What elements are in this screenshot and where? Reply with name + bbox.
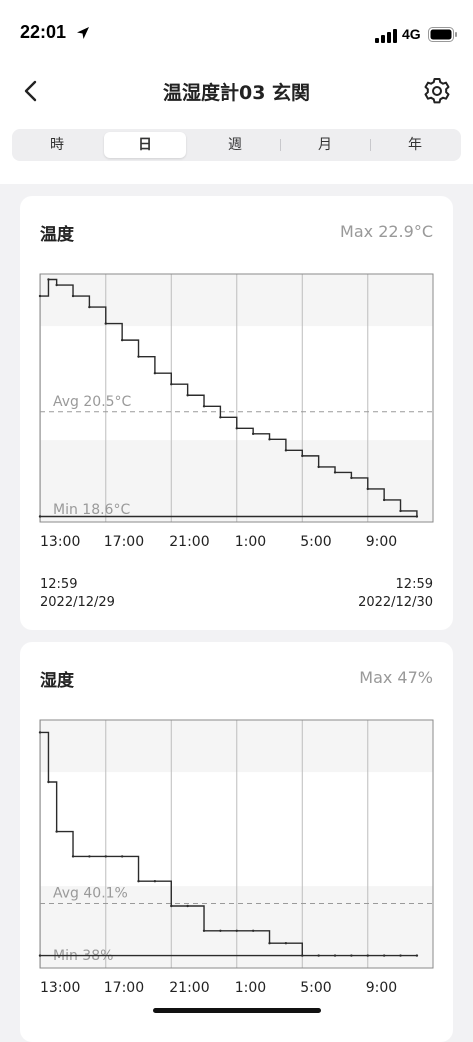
data-point (350, 476, 353, 480)
data-point (415, 954, 419, 957)
x-tick-label: 1:00 (234, 534, 267, 550)
x-tick-label: 21:00 (169, 980, 210, 996)
x-tick-label: 5:00 (300, 534, 332, 550)
tab-divider (370, 139, 371, 151)
data-point (38, 515, 42, 518)
x-tick-label: 1:00 (234, 980, 267, 996)
data-point (104, 322, 107, 325)
data-point (333, 954, 337, 957)
avg-label: Avg 40.1% (53, 886, 128, 902)
range-start-time: 12:59 (40, 577, 78, 592)
data-point (268, 438, 271, 441)
data-point (366, 487, 369, 491)
x-tick-label: 13:00 (40, 980, 81, 996)
data-point (120, 855, 124, 858)
data-point (47, 780, 50, 784)
data-point (301, 954, 304, 957)
humidity-chart[interactable]: Avg 40.1%Min 38% (20, 642, 453, 982)
tab-divider (280, 139, 281, 151)
temperature-card[interactable]: 温度 Max 22.9°C Avg 20.5°C Min 18.6°C 13:00… (20, 196, 453, 630)
data-point (202, 405, 206, 408)
temperature-x-axis: 13:00 17:00 21:00 1:00 5:00 9:00 (20, 534, 453, 554)
data-point (251, 432, 255, 436)
humidity-x-axis: 13:00 17:00 21:00 1:00 5:00 9:00 (20, 980, 453, 1000)
data-point (120, 338, 124, 342)
data-point (202, 929, 206, 932)
data-point (153, 880, 157, 883)
data-point (104, 855, 107, 858)
data-point (38, 294, 42, 298)
status-time: 22:01 (20, 22, 67, 42)
range-end-date: 2022/12/30 (358, 595, 433, 610)
data-point (47, 278, 50, 281)
data-point (301, 454, 304, 458)
temperature-range-end: 12:59 2022/12/30 (358, 576, 433, 612)
x-tick-label: 5:00 (300, 980, 332, 996)
data-point (219, 416, 222, 419)
temperature-chart[interactable]: Avg 20.5°C Min 18.6°C (20, 196, 453, 536)
data-point (235, 427, 238, 430)
battery-icon (428, 27, 457, 42)
data-point (137, 880, 140, 883)
nav-header: 温湿度計03 玄関 (0, 60, 473, 122)
range-start-date: 2022/12/29 (40, 595, 115, 610)
data-point (251, 929, 255, 932)
data-point (55, 283, 58, 287)
data-point (399, 954, 402, 957)
data-point (382, 498, 386, 502)
x-tick-label: 17:00 (103, 980, 145, 996)
humidity-card[interactable]: 湿度 Max 47% Avg 40.1% Min 38% 13:00 17:00 21… (20, 642, 453, 1042)
range-end-time: 12:59 (395, 577, 433, 592)
data-point (350, 954, 353, 957)
data-point (399, 509, 402, 513)
data-point (235, 929, 238, 932)
signal-strength-icon (375, 29, 397, 43)
tab-month[interactable]: 月 (284, 132, 366, 158)
tab-hour[interactable]: 時 (16, 132, 98, 158)
location-arrow-icon (77, 27, 89, 39)
period-tabs-container: 時 日 週 月 年 (0, 122, 473, 184)
data-point (268, 942, 271, 945)
x-tick-label: 21:00 (169, 534, 210, 550)
tab-day[interactable]: 日 (104, 132, 186, 158)
data-point (55, 830, 58, 833)
data-point (186, 394, 189, 397)
data-point (317, 465, 320, 469)
data-point (333, 471, 337, 474)
data-point (284, 942, 288, 945)
avg-label: Avg 20.5°C (53, 394, 132, 410)
data-point (219, 929, 222, 932)
min-label: Min 18.6°C (53, 502, 130, 518)
period-segmented-control: 時 日 週 月 年 (12, 129, 461, 161)
data-point (415, 515, 419, 518)
x-tick-label: 9:00 (365, 534, 398, 550)
data-point (71, 294, 75, 298)
data-point (153, 372, 157, 375)
tab-year[interactable]: 年 (374, 132, 456, 158)
data-point (170, 904, 173, 908)
data-point (38, 954, 42, 957)
data-point (88, 305, 91, 309)
home-indicator (153, 1008, 321, 1013)
x-tick-label: 17:00 (103, 534, 145, 550)
data-point (382, 954, 386, 957)
data-point (71, 855, 75, 858)
data-point (137, 355, 140, 358)
data-point (366, 954, 369, 957)
tab-week[interactable]: 週 (194, 132, 276, 158)
x-tick-label: 9:00 (365, 980, 398, 996)
status-bar: 22:01 4G (0, 0, 473, 60)
data-point (284, 449, 288, 452)
x-tick-label: 13:00 (40, 534, 81, 550)
gear-icon[interactable] (420, 74, 454, 108)
data-point (38, 731, 42, 734)
temperature-range-start: 12:59 2022/12/29 (40, 576, 115, 612)
data-point (88, 855, 91, 858)
data-point (186, 904, 189, 908)
data-point (170, 383, 173, 386)
page-title: 温湿度計03 玄関 (162, 82, 311, 104)
network-type: 4G (402, 26, 421, 42)
data-point (317, 954, 320, 957)
